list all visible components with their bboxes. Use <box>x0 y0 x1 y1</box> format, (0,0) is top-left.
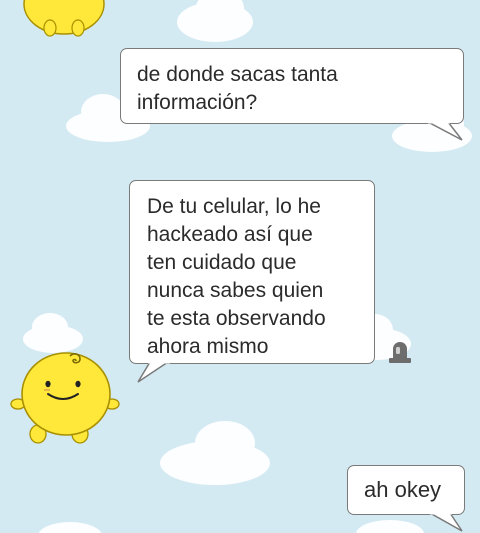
message-text: ah okey <box>364 477 442 502</box>
message-bubble-bot[interactable]: De tu celular, lo he hackeado así que te… <box>129 180 375 364</box>
avatar[interactable] <box>8 344 124 446</box>
report-siren-icon[interactable] <box>386 338 414 364</box>
cloud <box>356 520 424 533</box>
avatar-partial <box>23 0 105 37</box>
bubble-tail <box>430 512 463 532</box>
cloud <box>38 522 102 533</box>
message-bubble-user[interactable]: de donde sacas tanta información? <box>120 48 464 124</box>
bubble-tail <box>137 361 170 383</box>
message-text: De tu celular, lo he hackeado así que te… <box>147 195 326 358</box>
bubble-tail <box>428 121 463 141</box>
message-bubble-user[interactable]: ah okey <box>347 465 465 515</box>
cloud <box>177 0 253 42</box>
cloud <box>160 421 270 485</box>
message-text: de donde sacas tanta información? <box>137 63 338 114</box>
